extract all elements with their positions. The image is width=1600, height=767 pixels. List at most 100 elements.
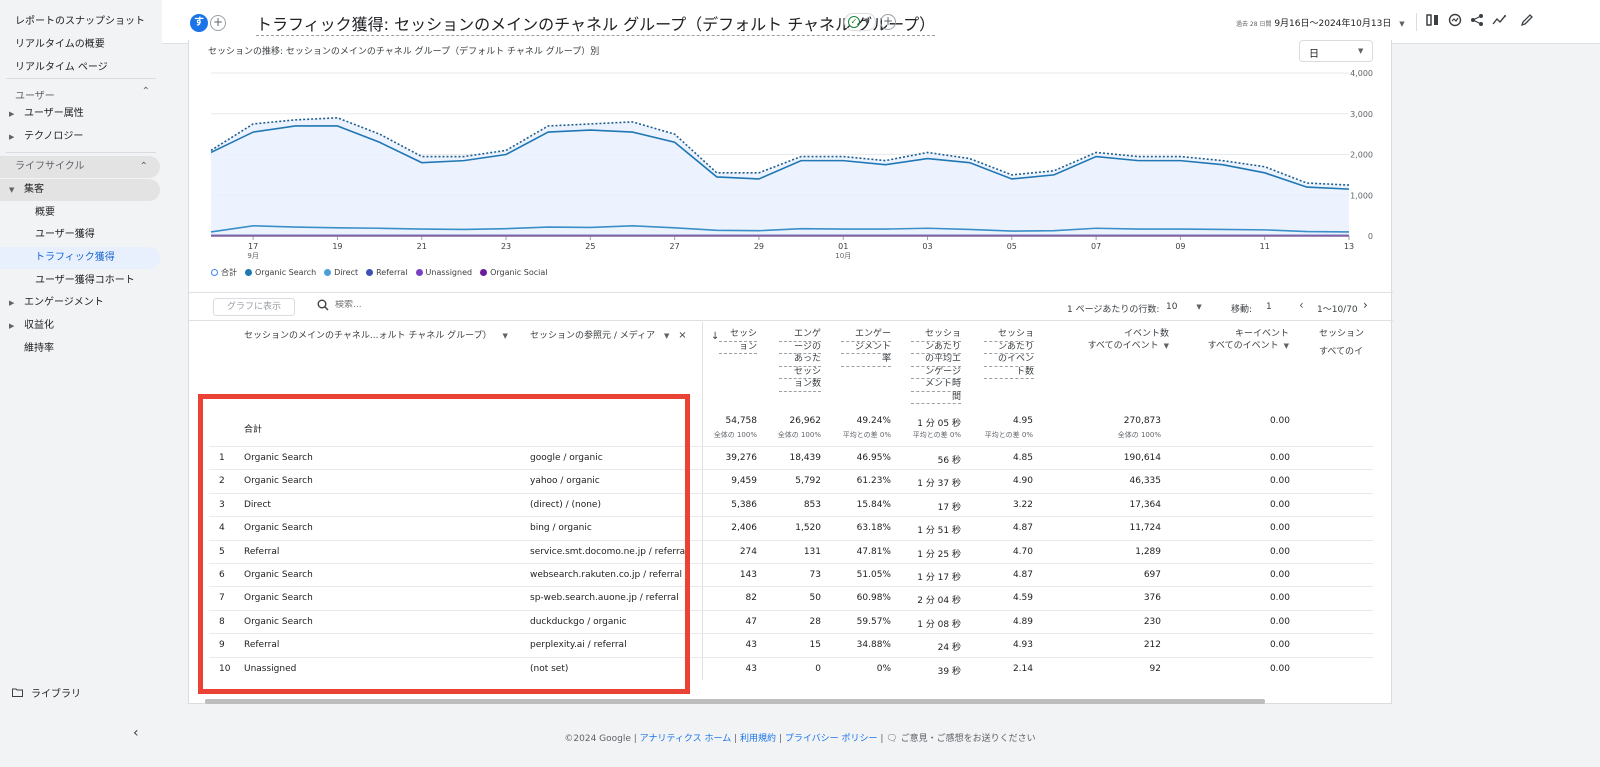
chevron-down-icon: ▼ bbox=[864, 17, 870, 25]
next-page-icon[interactable]: › bbox=[1363, 298, 1368, 312]
x-tick-label: 21 bbox=[417, 242, 427, 251]
footer-link-analytics-home[interactable]: アナリティクス ホーム bbox=[640, 734, 732, 744]
column-header-events-per-session[interactable]: セッショ ンあたり のイベン ト数 bbox=[984, 329, 1034, 379]
check-circle-icon: ✓ bbox=[848, 16, 860, 28]
folder-icon bbox=[12, 684, 23, 706]
row-metric-value: 143 bbox=[739, 570, 757, 580]
sidebar-section-user[interactable]: ユーザー bbox=[15, 87, 55, 102]
sidebar-section-lifecycle[interactable]: ライフサイクル ⌃ bbox=[0, 156, 160, 178]
sidebar-item-engagement[interactable]: ▶ エンゲージメント bbox=[0, 292, 160, 314]
date-range-selector[interactable]: 過去 28 日間 9月16日～2024年10月13日 ▼ bbox=[1236, 16, 1405, 29]
sidebar-link-realtime-overview[interactable]: リアルタイムの概要 bbox=[15, 35, 105, 50]
row-metric-value: 82 bbox=[745, 593, 757, 604]
triangle-right-icon: ▶ bbox=[9, 322, 15, 330]
column-header-key-events[interactable]: キーイベント すべてのイベント ▼ bbox=[1179, 329, 1289, 352]
compare-icon[interactable] bbox=[1425, 13, 1441, 29]
rows-per-page-select[interactable]: 10 ▼ bbox=[1166, 302, 1202, 312]
row-metric-value: 0.00 bbox=[1269, 570, 1290, 580]
insights-icon[interactable] bbox=[1447, 13, 1463, 29]
sidebar-item-retention[interactable]: 維持率 bbox=[0, 338, 160, 360]
row-metric-value: 17 秒 bbox=[937, 502, 961, 513]
sidebar-link-snapshot[interactable]: レポートのスナップショット bbox=[15, 12, 145, 27]
row-metric-value: 63.18% bbox=[856, 523, 891, 534]
row-metric-value: 0.00 bbox=[1269, 453, 1290, 463]
sidebar-item-user-acquisition[interactable]: ユーザー獲得 bbox=[0, 224, 160, 246]
column-header-sessions[interactable]: セッシ ョン bbox=[719, 329, 757, 354]
footer-link-privacy[interactable]: プライバシー ポリシー bbox=[785, 734, 878, 744]
chevron-down-icon: ▼ bbox=[1283, 341, 1289, 350]
row-metric-value: 0.00 bbox=[1269, 616, 1290, 627]
y-tick-label: 1,000 bbox=[1350, 191, 1373, 200]
legend-item[interactable]: Direct bbox=[324, 268, 358, 277]
legend-dot-icon bbox=[211, 269, 218, 276]
legend-dot-icon bbox=[480, 269, 488, 276]
status-badge[interactable]: ✓ ▼ bbox=[844, 13, 876, 31]
sidebar-item-library[interactable]: ライブラリ bbox=[0, 684, 160, 706]
sidebar-item-technology[interactable]: ▶ テクノロジー bbox=[0, 126, 160, 148]
row-metric-value: 4.85 bbox=[1012, 453, 1033, 463]
sidebar-item-demographics[interactable]: ▶ ユーザー属性 bbox=[0, 103, 160, 125]
row-metric-value: 0.00 bbox=[1269, 640, 1290, 651]
sidebar-item-monetization[interactable]: ▶ 収益化 bbox=[0, 315, 160, 337]
goto-label: 移動: bbox=[1231, 305, 1253, 315]
row-metric-value: 61.23% bbox=[856, 476, 891, 487]
avatar[interactable]: す bbox=[190, 14, 208, 32]
add-metric-icon[interactable]: + bbox=[880, 14, 896, 30]
legend-item[interactable]: Organic Social bbox=[480, 268, 547, 277]
page-title[interactable]: トラフィック獲得: セッションのメインのチャネル グループ（デフォルト チャネル… bbox=[256, 11, 936, 36]
x-tick-label: 05 bbox=[1007, 242, 1017, 251]
row-metric-value: 190,614 bbox=[1123, 453, 1161, 463]
sidebar-item-user-acquisition-cohort[interactable]: ユーザー獲得コホート bbox=[0, 270, 160, 292]
row-metric-value: 47.81% bbox=[856, 546, 891, 557]
plot-in-graph-button[interactable]: グラフに表示 bbox=[213, 298, 295, 316]
sidebar-item-acquisition[interactable]: ▼ 集客 bbox=[0, 179, 160, 201]
sidebar-link-realtime-pages[interactable]: リアルタイム ページ bbox=[15, 58, 108, 73]
legend-label: 合計 bbox=[221, 268, 237, 277]
row-metric-value: 1 分 37 秒 bbox=[917, 479, 961, 490]
sidebar-item-acquisition-overview[interactable]: 概要 bbox=[0, 202, 160, 224]
highlight-box bbox=[198, 394, 690, 694]
column-header-engaged-sessions[interactable]: エンゲ ージの あった セッシ ョン数 bbox=[779, 329, 821, 392]
sidebar-item-traffic-acquisition[interactable]: トラフィック獲得 bbox=[0, 247, 160, 269]
column-header-avg-engagement-time[interactable]: セッショ ンあたり の平均エ ンゲージ メント時 間 bbox=[911, 329, 961, 404]
legend-dot-icon bbox=[245, 269, 252, 276]
footer-link-feedback[interactable]: ご意見・ご感想をお送りください bbox=[901, 734, 1036, 744]
x-tick-label: 23 bbox=[501, 242, 511, 251]
goto-input[interactable]: 1 bbox=[1266, 302, 1272, 312]
row-metric-value: 1,289 bbox=[1135, 546, 1161, 557]
legend-item[interactable]: Unassigned bbox=[415, 268, 472, 277]
close-icon[interactable]: × bbox=[678, 330, 686, 341]
legend-item[interactable]: 合計 bbox=[211, 267, 237, 278]
horizontal-scrollbar[interactable] bbox=[205, 699, 1265, 704]
triangle-down-icon: ▼ bbox=[9, 186, 15, 194]
legend-item[interactable]: Organic Search bbox=[245, 268, 316, 277]
trend-icon[interactable] bbox=[1491, 13, 1507, 29]
legend-item[interactable]: Referral bbox=[366, 268, 408, 277]
feedback-icon: 🗨 bbox=[886, 734, 898, 744]
column-header-session-key-event-rate[interactable]: セッション すべてのイ bbox=[1319, 329, 1373, 358]
row-metric-value: 11,724 bbox=[1129, 523, 1162, 534]
triangle-right-icon: ▶ bbox=[9, 133, 15, 141]
row-metric-value: 15 bbox=[809, 640, 821, 651]
row-metric-value: 1 分 25 秒 bbox=[917, 549, 961, 560]
y-tick-label: 3,000 bbox=[1350, 110, 1373, 119]
add-comparison-icon[interactable]: + bbox=[210, 15, 226, 31]
legend-label: Organic Search bbox=[255, 268, 317, 277]
x-tick-label: 19 bbox=[332, 242, 342, 251]
footer-link-terms[interactable]: 利用規約 bbox=[740, 734, 776, 744]
column-header-engagement-rate[interactable]: エンゲー ジメント 率 bbox=[841, 329, 891, 367]
column-header-source-medium[interactable]: セッションの参照元 / メディア ▼ × bbox=[530, 330, 687, 342]
prev-page-icon[interactable]: ‹ bbox=[1299, 298, 1304, 312]
x-tick-label: 29 bbox=[754, 242, 764, 251]
edit-icon[interactable] bbox=[1519, 13, 1535, 29]
column-header-event-count[interactable]: イベント数 すべてのイベント ▼ bbox=[1059, 329, 1169, 352]
x-tick-label: 11 bbox=[1260, 242, 1270, 251]
chevron-up-icon[interactable]: ⌃ bbox=[142, 86, 150, 97]
search-input[interactable] bbox=[335, 300, 535, 310]
row-metric-value: 34.88% bbox=[856, 640, 891, 651]
row-metric-value: 18,439 bbox=[789, 453, 822, 463]
share-icon[interactable] bbox=[1469, 13, 1485, 29]
column-header-channel-group[interactable]: セッションのメインのチャネル...ォルト チャネル グループ） ▼ bbox=[244, 330, 508, 342]
row-metric-value: 17,364 bbox=[1129, 499, 1162, 510]
x-tick-label: 09 bbox=[1175, 242, 1185, 251]
